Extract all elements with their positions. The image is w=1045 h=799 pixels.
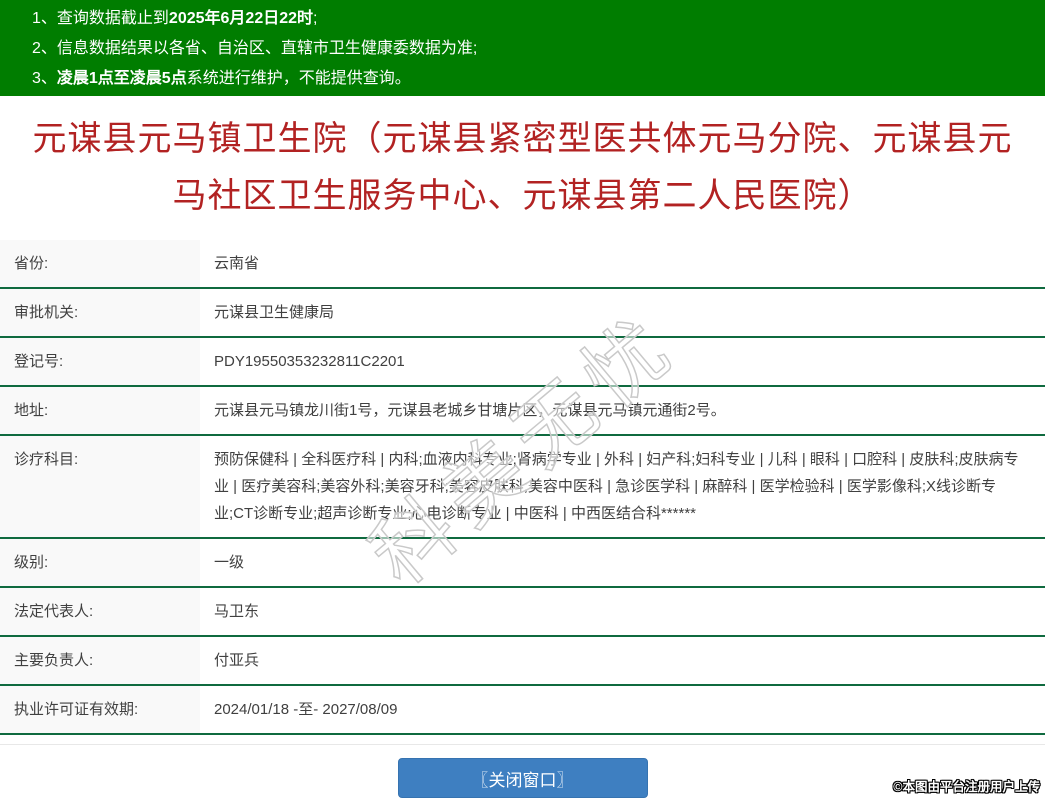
notice-text: ;	[313, 10, 317, 27]
row-value: 预防保健科 | 全科医疗科 | 内科;血液内科专业;肾病学专业 | 外科 | 妇…	[200, 436, 1045, 537]
notice-number: 3、	[32, 70, 57, 87]
row-label: 登记号:	[0, 338, 200, 385]
row-label: 地址:	[0, 387, 200, 434]
notice-number: 1、	[32, 10, 57, 27]
notice-number: 2、	[32, 40, 57, 57]
table-row-level: 级别: 一级	[0, 539, 1045, 588]
table-row-legal-representative: 法定代表人: 马卫东	[0, 588, 1045, 637]
button-row: 〖关闭窗口〗	[0, 758, 1045, 798]
notice-line-3: 3、凌晨1点至凌晨5点系统进行维护，不能提供查询。	[32, 64, 1033, 94]
page-title: 元谋县元马镇卫生院（元谋县紧密型医共体元马分院、元谋县元马社区卫生服务中心、元谋…	[0, 96, 1045, 240]
row-label: 审批机关:	[0, 289, 200, 336]
notice-text: 信息数据结果以各省、自治区、直辖市卫生健康委数据为准;	[57, 40, 477, 57]
row-value: 付亚兵	[200, 637, 1045, 684]
institution-detail-table: 省份: 云南省 审批机关: 元谋县卫生健康局 登记号: PDY195503532…	[0, 240, 1045, 735]
table-row-main-person-in-charge: 主要负责人: 付亚兵	[0, 637, 1045, 686]
table-row-license-validity: 执业许可证有效期: 2024/01/18 -至- 2027/08/09	[0, 686, 1045, 735]
row-value: 一级	[200, 539, 1045, 586]
table-row-approval-authority: 审批机关: 元谋县卫生健康局	[0, 289, 1045, 338]
notice-text-bold: 凌晨1点至凌晨5点	[57, 70, 187, 87]
notice-line-2: 2、信息数据结果以各省、自治区、直辖市卫生健康委数据为准;	[32, 34, 1033, 64]
row-value: 元谋县元马镇龙川街1号，元谋县老城乡甘塘片区，元谋县元马镇元通街2号。	[200, 387, 1045, 434]
divider	[0, 744, 1045, 745]
close-window-button[interactable]: 〖关闭窗口〗	[398, 758, 648, 798]
row-label: 执业许可证有效期:	[0, 686, 200, 733]
notice-text-bold: 2025年6月22日22时	[169, 10, 313, 27]
table-row-medical-departments: 诊疗科目: 预防保健科 | 全科医疗科 | 内科;血液内科专业;肾病学专业 | …	[0, 436, 1045, 539]
row-label: 省份:	[0, 240, 200, 287]
row-value: 2024/01/18 -至- 2027/08/09	[200, 686, 1045, 733]
notice-text: 系统进行维护，不能提供查询。	[187, 70, 411, 87]
notice-text: 查询数据截止到	[57, 10, 169, 27]
notice-line-1: 1、查询数据截止到2025年6月22日22时;	[32, 4, 1033, 34]
row-label: 诊疗科目:	[0, 436, 200, 537]
row-label: 主要负责人:	[0, 637, 200, 684]
row-label: 级别:	[0, 539, 200, 586]
row-label: 法定代表人:	[0, 588, 200, 635]
table-row-province: 省份: 云南省	[0, 240, 1045, 289]
row-value: 元谋县卫生健康局	[200, 289, 1045, 336]
row-value: 马卫东	[200, 588, 1045, 635]
table-row-registration-number: 登记号: PDY19550353232811C2201	[0, 338, 1045, 387]
notice-bar: 1、查询数据截止到2025年6月22日22时; 2、信息数据结果以各省、自治区、…	[0, 0, 1045, 96]
row-value: PDY19550353232811C2201	[200, 338, 1045, 385]
table-row-address: 地址: 元谋县元马镇龙川街1号，元谋县老城乡甘塘片区，元谋县元马镇元通街2号。	[0, 387, 1045, 436]
upload-attribution-note: ©本图由平台注册用户上传	[893, 776, 1040, 795]
row-value: 云南省	[200, 240, 1045, 287]
